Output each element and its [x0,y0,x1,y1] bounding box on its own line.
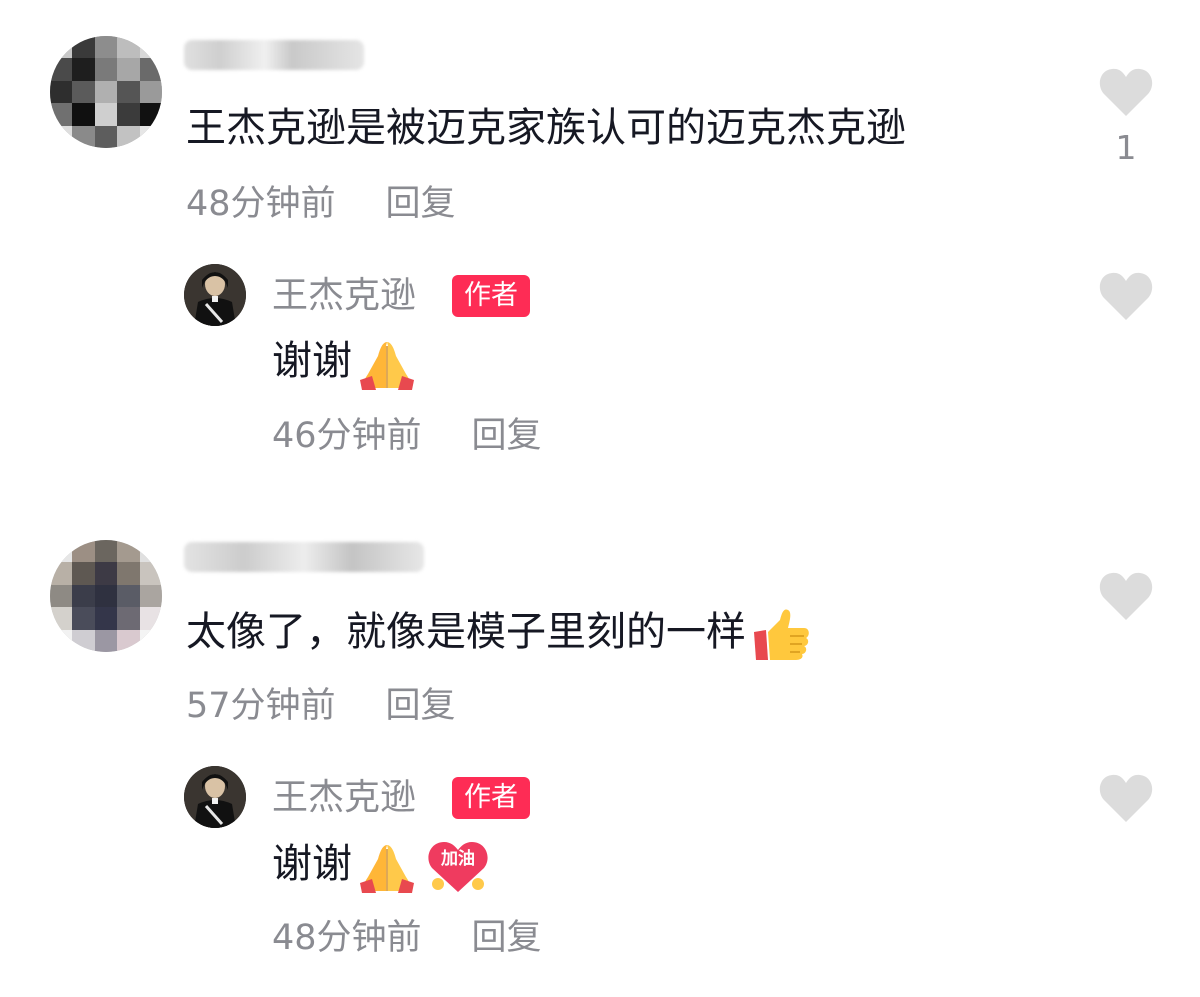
author-badge: 作者 [452,275,530,317]
thumbs-up-emoji [754,609,809,660]
comment-meta: 48分钟前 回复 [186,184,456,224]
folded-hands-emoji [360,342,414,390]
comment-text: 王杰克逊是被迈克家族认可的迈克杰克逊 [186,105,906,151]
comment-meta: 57分钟前 回复 [186,686,456,726]
comment-text: 谢谢 加油 [272,838,490,894]
author-avatar[interactable] [184,264,246,326]
avatar[interactable] [50,36,162,148]
comment-meta: 46分钟前 回复 [272,416,542,456]
comment-text: 太像了，就像是模子里刻的一样 [186,606,812,662]
pixelated-avatar-image [50,540,162,652]
comment-time: 48分钟前 [272,918,422,958]
comment-text-content: 谢谢 [272,338,352,384]
comment-time: 46分钟前 [272,416,422,456]
reply-button[interactable]: 回复 [386,686,456,726]
blurred-username[interactable] [184,542,424,572]
author-avatar[interactable] [184,766,246,828]
avatar[interactable] [50,540,162,652]
comment-time: 48分钟前 [186,184,336,224]
comment-text-content: 太像了，就像是模子里刻的一样 [186,609,746,655]
folded-hands-emoji [360,845,414,893]
comment-item: 太像了，就像是模子里刻的一样 57分钟前 回复 [0,520,1200,740]
reply-item: 王杰克逊 作者 谢谢 46分钟前 回复 [0,240,1200,480]
comment-time: 57分钟前 [186,686,336,726]
author-name[interactable]: 王杰克逊 [272,274,416,318]
reply-item: 王杰克逊 作者 谢谢 加油 48分钟前 回复 [0,742,1200,992]
heart-icon[interactable] [1098,66,1154,118]
author-avatar-image [184,766,246,828]
pixelated-avatar-image [50,36,162,148]
author-name[interactable]: 王杰克逊 [272,776,416,820]
reply-button[interactable]: 回复 [386,184,456,224]
heart-icon[interactable] [1098,570,1154,622]
heart-icon[interactable] [1098,270,1154,322]
comment-item: 王杰克逊是被迈克家族认可的迈克杰克逊 48分钟前 回复 1 [0,0,1200,240]
author-avatar-image [184,264,246,326]
sticker-text: 加油 [441,849,475,869]
jiayou-heart-sticker: 加油 [426,838,490,894]
comment-meta: 48分钟前 回复 [272,918,542,958]
author-badge: 作者 [452,777,530,819]
comment-text: 谢谢 [272,336,418,390]
heart-icon[interactable] [1098,772,1154,824]
reply-button[interactable]: 回复 [472,416,542,456]
reply-button[interactable]: 回复 [472,918,542,958]
blurred-username[interactable] [184,40,364,70]
like-count: 1 [1115,128,1137,167]
comment-text-content: 谢谢 [272,841,352,887]
